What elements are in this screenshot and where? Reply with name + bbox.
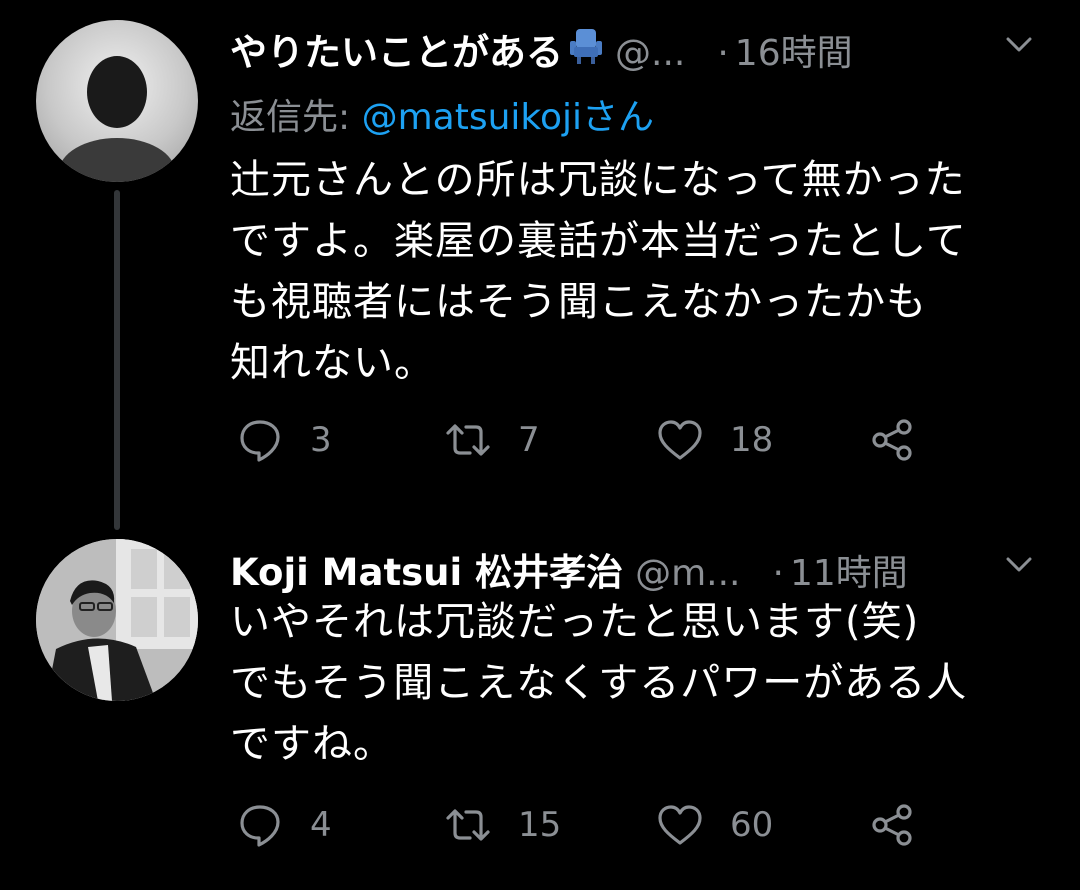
- separator-dot: ·: [772, 553, 784, 594]
- retweet-icon: [446, 809, 490, 841]
- share-button[interactable]: [868, 795, 916, 855]
- handle[interactable]: @...: [615, 33, 685, 74]
- avatar[interactable]: [36, 20, 198, 182]
- action-bar: 4 15 60: [230, 795, 1030, 855]
- retweet-count: 15: [518, 805, 562, 845]
- handle[interactable]: @m...: [635, 553, 740, 594]
- seat-icon: [570, 29, 602, 64]
- share-icon: [872, 804, 912, 846]
- separator-dot: ·: [717, 33, 729, 74]
- share-icon: [872, 419, 912, 461]
- timestamp[interactable]: 11時間: [790, 544, 908, 596]
- like-button[interactable]: 60: [656, 795, 773, 855]
- reply-to-prefix: 返信先:: [230, 97, 362, 138]
- display-name[interactable]: Koji Matsui 松井孝治: [230, 542, 623, 596]
- like-icon: [658, 805, 702, 845]
- reply-button[interactable]: 3: [236, 410, 332, 470]
- display-name[interactable]: やりたいことがある: [230, 22, 563, 76]
- like-count: 18: [730, 420, 774, 460]
- retweet-button[interactable]: 15: [444, 795, 561, 855]
- reply-button[interactable]: 4: [236, 795, 332, 855]
- default-avatar-icon: [59, 56, 175, 182]
- tweet-text: いやそれは冗談だったと思います(笑) でもそう聞こえなくするパワーがある人 です…: [230, 599, 968, 767]
- retweet-icon: [446, 424, 490, 456]
- reply-count: 3: [310, 420, 332, 460]
- reply-to-line: 返信先: @matsuikojiさん: [230, 88, 654, 140]
- tweet-text: 辻元さんとの所は冗談になって無かった ですよ。楽屋の裏話が本当だったとして も視…: [230, 157, 967, 386]
- chevron-down-icon[interactable]: [1002, 28, 1036, 62]
- tweet-header: Koji Matsui 松井孝治 @m... · 11時間: [230, 542, 1060, 596]
- thread-connector-line: [114, 190, 120, 530]
- tweet-header: やりたいことがある @... · 16時間: [230, 22, 1060, 76]
- action-bar: 3 7 18: [230, 410, 1030, 470]
- like-icon: [658, 420, 702, 460]
- tweet[interactable]: やりたいことがある @... · 16時間 返信先: @matsuikojiさん…: [0, 0, 1080, 530]
- reply-count: 4: [310, 805, 332, 845]
- retweet-button[interactable]: 7: [444, 410, 540, 470]
- avatar[interactable]: [36, 539, 198, 701]
- retweet-count: 7: [518, 420, 540, 460]
- like-button[interactable]: 18: [656, 410, 773, 470]
- tweet[interactable]: Koji Matsui 松井孝治 @m... · 11時間 いやそれは冗談だった…: [0, 520, 1080, 890]
- share-button[interactable]: [868, 410, 916, 470]
- like-count: 60: [730, 805, 774, 845]
- timestamp[interactable]: 16時間: [735, 24, 853, 76]
- profile-photo: [36, 539, 198, 701]
- reply-icon: [240, 420, 280, 462]
- reply-mention-link[interactable]: @matsuikoji: [362, 97, 582, 138]
- reply-icon: [240, 805, 280, 847]
- chevron-down-icon[interactable]: [1002, 548, 1036, 582]
- reply-to-suffix: さん: [582, 97, 655, 138]
